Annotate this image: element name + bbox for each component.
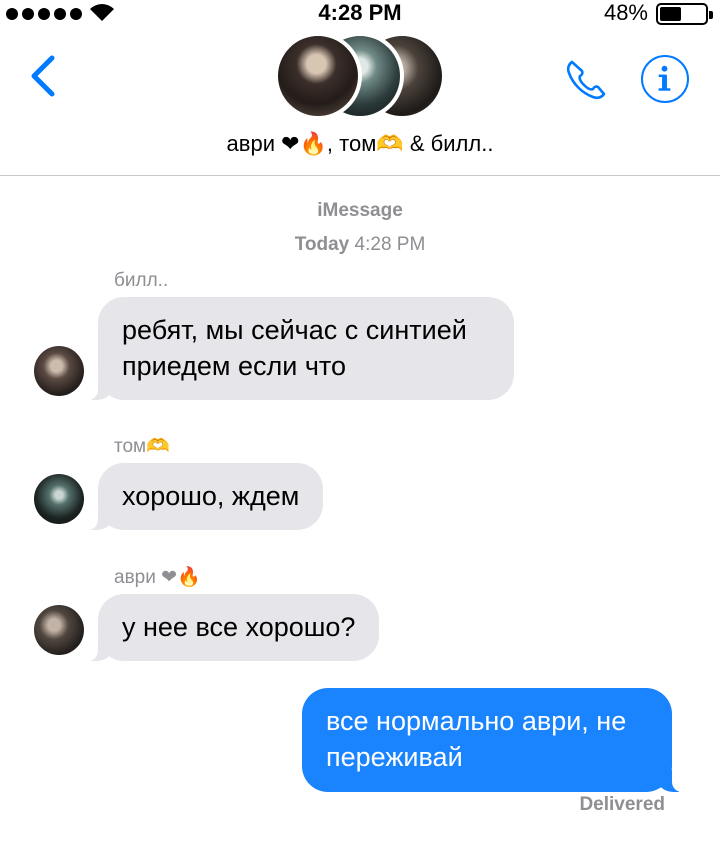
service-label: iMessage	[317, 200, 403, 221]
message-bubble-incoming[interactable]: у нее все хорошо?	[85, 594, 380, 661]
group-name-title[interactable]: аври ❤🔥, том🫶 & билл..	[0, 130, 720, 158]
battery-icon	[656, 3, 713, 25]
sender-avatar[interactable]	[34, 346, 84, 396]
group-avatars[interactable]	[274, 32, 446, 124]
phone-icon[interactable]	[562, 56, 610, 104]
timestamp-time: 4:28 PM	[354, 234, 426, 255]
sender-name: аври ❤🔥	[114, 567, 201, 588]
avatar-group-member-1	[274, 32, 362, 120]
delivered-status: Delivered	[579, 794, 665, 815]
message-bubble-outgoing[interactable]: все нормально аври, не переживай	[302, 688, 684, 792]
back-chevron-icon[interactable]	[26, 54, 60, 98]
sender-name: билл..	[114, 270, 169, 291]
sender-name: том🫶	[114, 436, 170, 457]
message-timestamp: Today 4:28 PM	[0, 234, 720, 256]
conversation-header: аври ❤🔥, том🫶 & билл..	[0, 26, 720, 176]
info-icon[interactable]	[641, 55, 689, 103]
sender-avatar[interactable]	[34, 605, 84, 655]
message-bubble-incoming[interactable]: ребят, мы сейчас с синтией приедем если …	[86, 297, 514, 400]
status-bar: 4:28 PM 48%	[0, 0, 720, 26]
message-bubble-incoming[interactable]: хорошо, ждем	[85, 463, 324, 530]
battery-percentage: 48%	[603, 0, 648, 25]
timestamp-day: Today	[294, 234, 350, 255]
sender-avatar[interactable]	[34, 474, 84, 524]
